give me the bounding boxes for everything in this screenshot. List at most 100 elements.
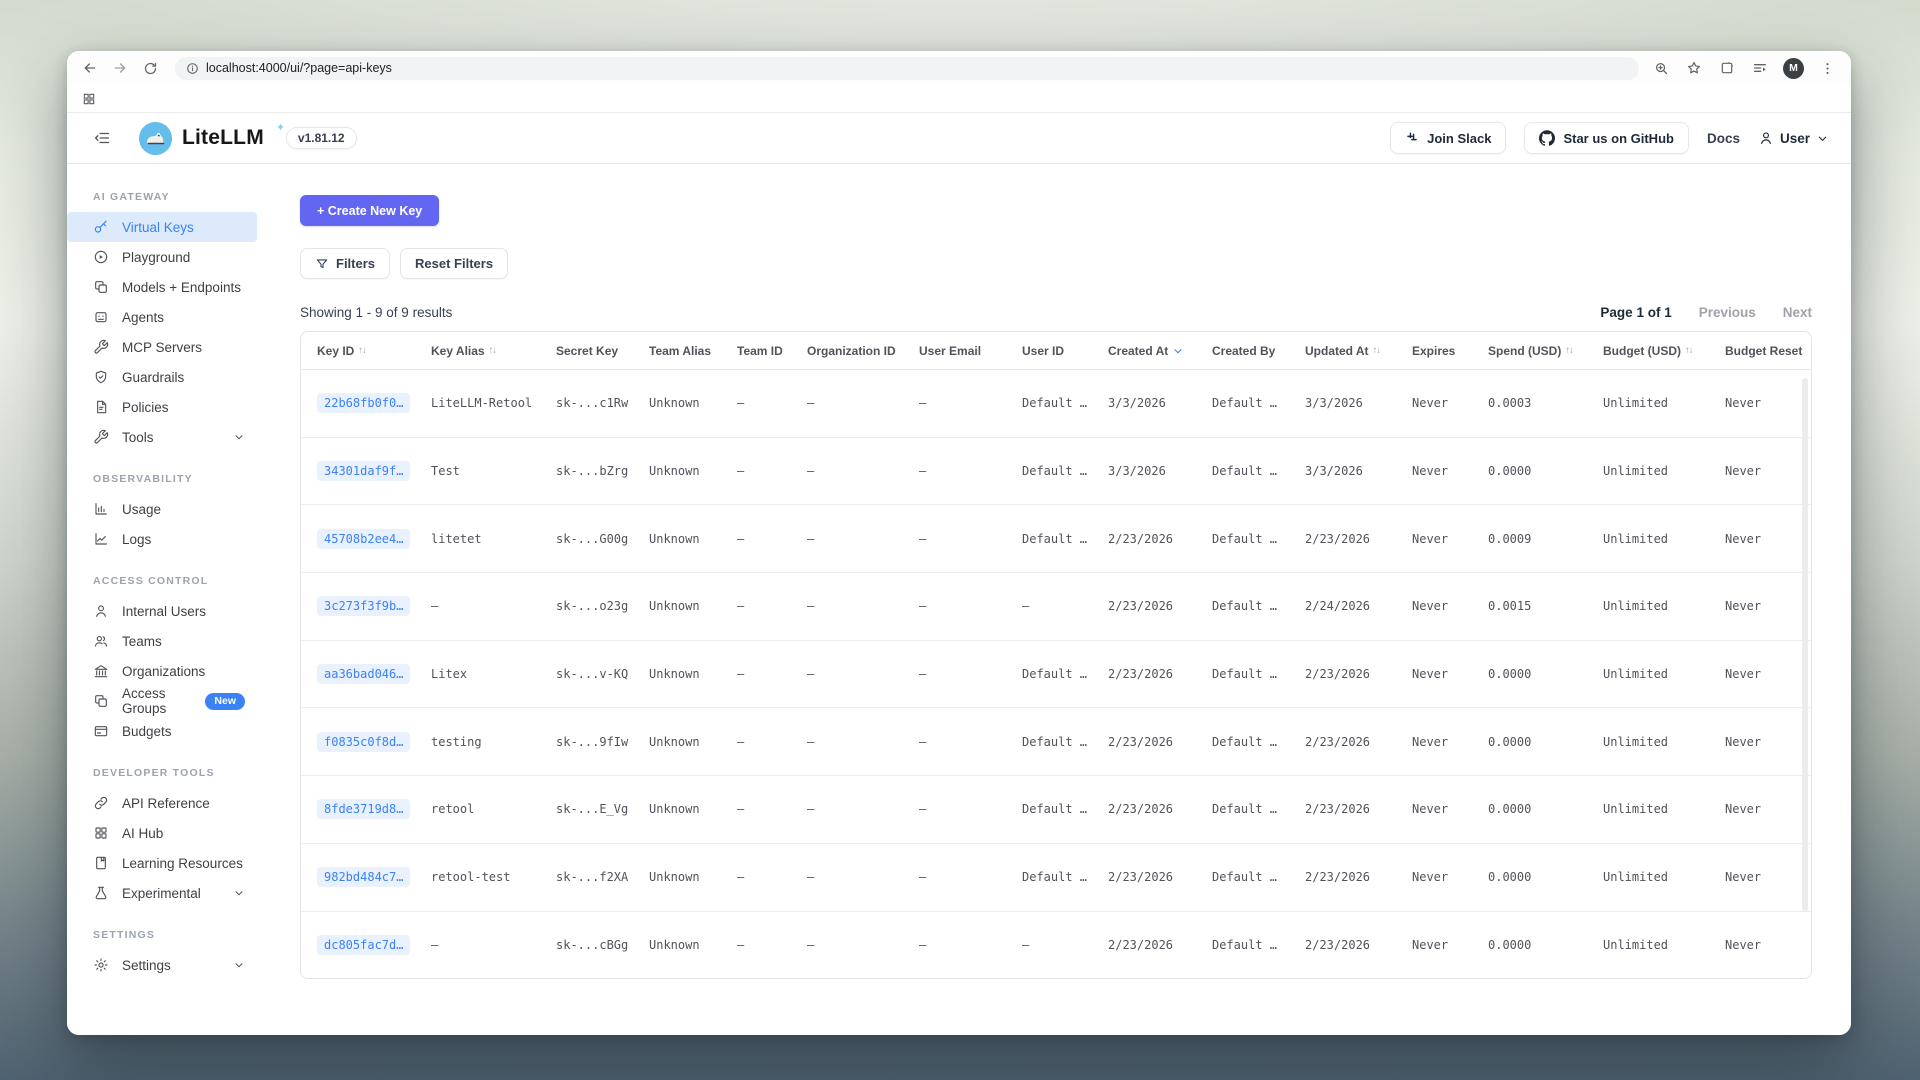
sidebar-item-tools[interactable]: Tools xyxy=(67,422,259,452)
sidebar-item-mcp-servers[interactable]: MCP Servers xyxy=(67,332,259,362)
column-header-key-alias[interactable]: Key Alias↑↓ xyxy=(431,344,556,358)
sort-icon[interactable]: ↑↓ xyxy=(358,345,366,356)
sidebar-collapse-icon[interactable] xyxy=(93,129,111,147)
page-info: Page 1 of 1 xyxy=(1600,305,1671,320)
column-label: Budget (USD) xyxy=(1603,344,1681,358)
cell-user-email: – xyxy=(919,532,1022,546)
cell-team-alias: Unknown xyxy=(649,464,737,478)
key-id-link[interactable]: aa36bad046… xyxy=(317,664,410,684)
previous-button[interactable]: Previous xyxy=(1699,305,1756,320)
cell-team-alias: Unknown xyxy=(649,532,737,546)
version-badge: v1.81.12 xyxy=(286,127,357,149)
sidebar-item-label: AI Hub xyxy=(122,826,163,841)
sidebar-item-playground[interactable]: Playground xyxy=(67,242,259,272)
column-label: Organization ID xyxy=(807,344,896,358)
column-header-user-email: User Email xyxy=(919,344,1022,358)
cell-budget-usd: Unlimited xyxy=(1603,667,1725,681)
bookmark-star-icon[interactable] xyxy=(1684,58,1704,78)
cell-team-alias: Unknown xyxy=(649,396,737,410)
join-slack-button[interactable]: Join Slack xyxy=(1390,122,1506,154)
cell-spend-usd: 0.0003 xyxy=(1488,396,1603,410)
sidebar-item-ai-hub[interactable]: AI Hub xyxy=(67,818,259,848)
create-new-key-button[interactable]: + Create New Key xyxy=(300,195,439,226)
cell-budget-usd: Unlimited xyxy=(1603,464,1725,478)
keys-table: Key ID↑↓Key Alias↑↓Secret KeyTeam AliasT… xyxy=(300,331,1812,979)
cell-budget-usd: Unlimited xyxy=(1603,735,1725,749)
star-github-button[interactable]: Star us on GitHub xyxy=(1524,122,1689,154)
zoom-icon[interactable] xyxy=(1651,58,1671,78)
user-menu[interactable]: User xyxy=(1758,130,1829,146)
column-header-organization-id: Organization ID xyxy=(807,344,919,358)
key-id-link[interactable]: 22b68fb0f0… xyxy=(317,393,410,413)
sidebar-item-learning-resources[interactable]: Learning Resources xyxy=(67,848,259,878)
sidebar-item-logs[interactable]: Logs xyxy=(67,524,259,554)
sidebar-item-label: Teams xyxy=(122,634,162,649)
key-id-link[interactable]: 45708b2ee4… xyxy=(317,529,410,549)
sidebar-item-experimental[interactable]: Experimental xyxy=(67,878,259,908)
agent-icon xyxy=(93,309,109,325)
litellm-logo[interactable] xyxy=(139,122,172,155)
sidebar-item-access-groups[interactable]: Access GroupsNew xyxy=(67,686,259,716)
column-header-spend-usd[interactable]: Spend (USD)↑↓ xyxy=(1488,344,1603,358)
grid-icon xyxy=(93,825,109,841)
filters-button[interactable]: Filters xyxy=(300,248,390,279)
copy-icon xyxy=(93,693,109,709)
browser-profile-avatar[interactable]: M xyxy=(1783,58,1804,79)
cell-updated-at: 3/3/2026 xyxy=(1305,464,1412,478)
site-info-icon[interactable] xyxy=(186,62,199,75)
key-id-link[interactable]: 8fde3719d8… xyxy=(317,799,410,819)
cell-created-at: 2/23/2026 xyxy=(1108,735,1212,749)
sidebar-item-virtual-keys[interactable]: Virtual Keys xyxy=(67,212,257,242)
sidebar-item-teams[interactable]: Teams xyxy=(67,626,259,656)
column-header-budget-usd[interactable]: Budget (USD) ↑↓ xyxy=(1603,344,1725,358)
docs-link[interactable]: Docs xyxy=(1707,131,1740,146)
sidebar-item-models-endpoints[interactable]: Models + Endpoints xyxy=(67,272,259,302)
results-summary: Showing 1 - 9 of 9 results xyxy=(300,305,452,320)
sidebar-item-organizations[interactable]: Organizations xyxy=(67,656,259,686)
side-panel-icon[interactable] xyxy=(1750,58,1770,78)
sidebar-item-usage[interactable]: Usage xyxy=(67,494,259,524)
cell-created-by: Default … xyxy=(1212,396,1305,410)
sort-icon[interactable]: ↑↓ xyxy=(1685,345,1693,356)
next-button[interactable]: Next xyxy=(1783,305,1812,320)
sort-desc-icon[interactable] xyxy=(1172,345,1184,357)
sidebar-item-api-reference[interactable]: API Reference xyxy=(67,788,259,818)
sort-icon[interactable]: ↑↓ xyxy=(489,345,497,356)
cell-key-alias: Test xyxy=(431,464,556,478)
reload-button[interactable] xyxy=(137,55,163,81)
cell-key-alias: testing xyxy=(431,735,556,749)
column-header-updated-at[interactable]: Updated At↑↓ xyxy=(1305,344,1412,358)
sidebar-item-policies[interactable]: Policies xyxy=(67,392,259,422)
column-header-created-at[interactable]: Created At xyxy=(1108,344,1212,358)
sort-icon[interactable]: ↑↓ xyxy=(1373,345,1381,356)
browser-menu-icon[interactable] xyxy=(1817,58,1837,78)
table-scrollbar[interactable] xyxy=(1802,378,1808,912)
key-id-link[interactable]: 34301daf9f… xyxy=(317,461,410,481)
key-id-link[interactable]: dc805fac7d… xyxy=(317,935,410,955)
cell-created-by: Default … xyxy=(1212,464,1305,478)
cell-created-at: 3/3/2026 xyxy=(1108,396,1212,410)
sidebar-item-internal-users[interactable]: Internal Users xyxy=(67,596,259,626)
wrench-icon xyxy=(93,429,109,445)
key-id-link[interactable]: 3c273f3f9b… xyxy=(317,596,410,616)
bank-icon xyxy=(93,663,109,679)
table-row: 3c273f3f9b…–sk-...o23gUnknown––––2/23/20… xyxy=(301,573,1811,641)
apps-grid-icon[interactable] xyxy=(80,90,98,108)
key-id-link[interactable]: 982bd484c7… xyxy=(317,867,410,887)
url-bar[interactable]: localhost:4000/ui/?page=api-keys xyxy=(175,57,1639,80)
sort-icon[interactable]: ↑↓ xyxy=(1565,345,1573,356)
sidebar-item-settings[interactable]: Settings xyxy=(67,950,259,980)
back-button[interactable] xyxy=(77,55,103,81)
sidebar-item-guardrails[interactable]: Guardrails xyxy=(67,362,259,392)
column-header-key-id[interactable]: Key ID↑↓ xyxy=(317,344,431,358)
forward-button[interactable] xyxy=(107,55,133,81)
cell-expires: Never xyxy=(1412,599,1488,613)
reset-filters-button[interactable]: Reset Filters xyxy=(400,248,508,279)
extensions-icon[interactable] xyxy=(1717,58,1737,78)
cell-secret-key: sk-...G00g xyxy=(556,532,649,546)
sidebar-item-budgets[interactable]: Budgets xyxy=(67,716,259,746)
key-id-link[interactable]: f0835c0f8d… xyxy=(317,732,410,752)
sidebar-item-agents[interactable]: Agents xyxy=(67,302,259,332)
chevron-down-icon xyxy=(233,887,245,899)
cell-created-by: Default … xyxy=(1212,599,1305,613)
